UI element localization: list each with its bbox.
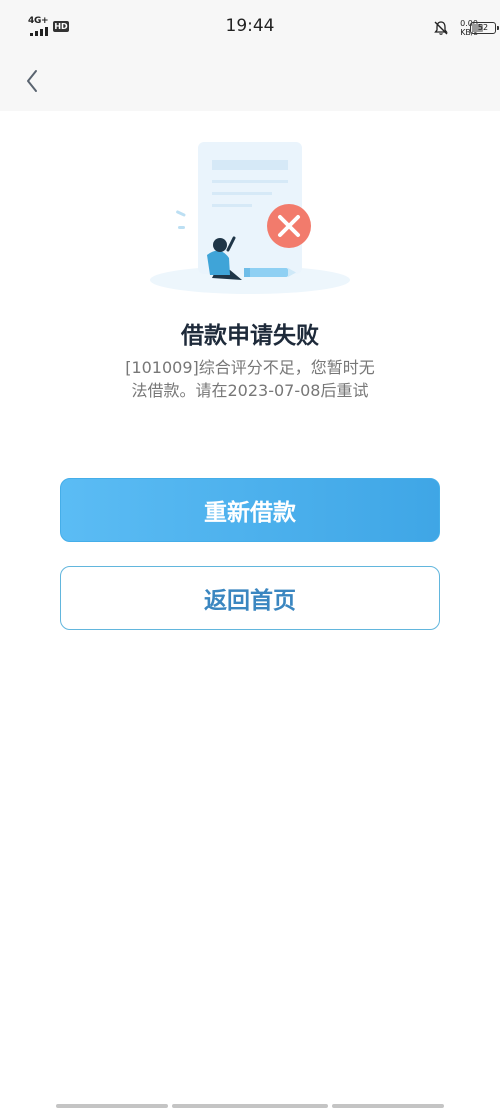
pencil-icon: [244, 268, 296, 277]
bell-muted-icon: [434, 21, 448, 35]
nav-bar: [0, 56, 500, 111]
error-x-icon: [267, 204, 311, 248]
battery-icon: 52: [470, 22, 499, 34]
decorative-marks: [176, 210, 186, 229]
gesture-bar-right[interactable]: [332, 1104, 444, 1108]
battery-level-text: 52: [477, 23, 489, 32]
loan-result-page: 4G+ HD 19:44 0.00 KB/s 52 借款申请失败 [101009…: [0, 0, 500, 1111]
status-bar: 4G+ HD 19:44 0.00 KB/s 52: [0, 0, 500, 56]
gesture-bar-left[interactable]: [56, 1104, 168, 1108]
chevron-left-icon: [27, 70, 37, 92]
gesture-bar-center[interactable]: [172, 1104, 328, 1108]
retry-loan-button[interactable]: 重新借款: [60, 478, 440, 542]
return-home-button[interactable]: 返回首页: [60, 566, 440, 630]
clock: 19:44: [225, 16, 275, 36]
failure-illustration: [150, 142, 350, 294]
failure-message: [101009]综合评分不足，您暂时无法借款。请在2023-07-08后重试: [125, 358, 375, 400]
back-button[interactable]: [18, 66, 48, 96]
page-title: 借款申请失败: [181, 323, 319, 349]
battery-tip: [497, 26, 499, 30]
